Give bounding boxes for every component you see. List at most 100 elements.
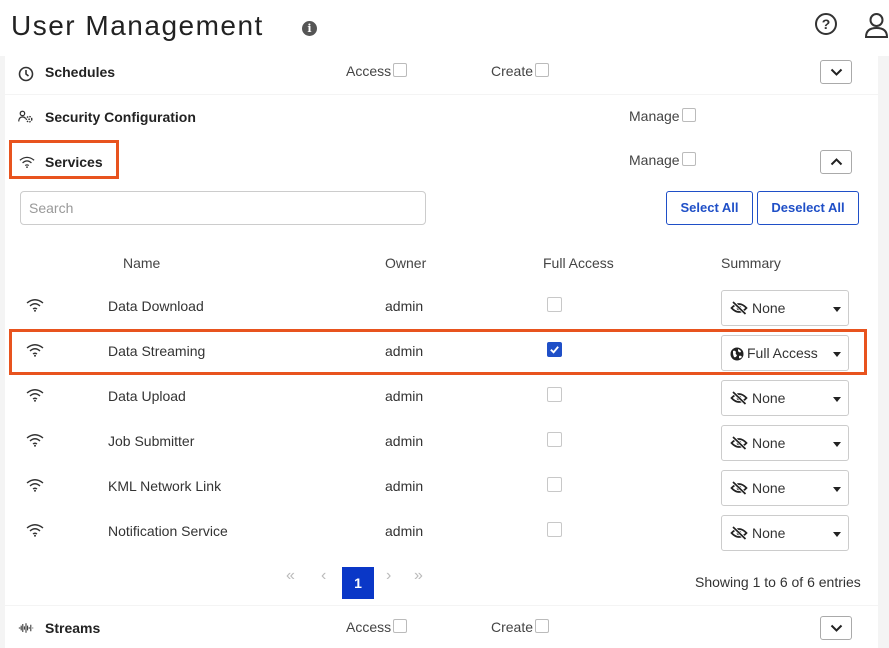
eye-slash-icon	[730, 301, 748, 315]
last-page-button[interactable]: »	[414, 567, 423, 585]
summary-select[interactable]: None	[721, 380, 849, 416]
caret-down-icon	[833, 442, 841, 447]
create-checkbox[interactable]	[535, 63, 550, 77]
section-schedules: Schedules Access Create	[5, 50, 878, 94]
search-input[interactable]	[20, 191, 426, 225]
full-access-checkbox[interactable]	[547, 342, 562, 357]
summary-select[interactable]: Full Access	[721, 335, 849, 371]
summary-value: Full Access	[747, 345, 818, 361]
globe-icon	[730, 347, 744, 361]
eye-slash-icon	[730, 481, 748, 495]
service-owner: admin	[385, 433, 424, 449]
security-manage-toggle[interactable]: Manage	[629, 108, 696, 124]
wifi-icon	[26, 479, 44, 492]
section-services: Services Manage Select All Deselect All …	[5, 139, 878, 605]
wifi-icon	[26, 434, 44, 447]
wifi-icon	[26, 299, 44, 312]
page-title: User Management	[11, 10, 264, 41]
access-checkbox[interactable]	[393, 63, 408, 77]
streams-create-toggle[interactable]: Create	[491, 619, 550, 635]
service-owner: admin	[385, 298, 424, 314]
page-header: User Management i ?	[0, 0, 889, 56]
column-header-owner[interactable]: Owner	[385, 255, 426, 271]
checkmark-icon	[550, 346, 559, 354]
manage-label: Manage	[629, 152, 680, 168]
wifi-icon	[19, 156, 35, 169]
column-header-name[interactable]: Name	[123, 255, 160, 271]
table-row: Data Download admin None	[5, 284, 878, 329]
section-title-schedules: Schedules	[45, 64, 116, 80]
wifi-icon	[26, 389, 44, 402]
first-page-button[interactable]: «	[286, 567, 295, 585]
service-owner: admin	[385, 523, 424, 539]
service-name: KML Network Link	[108, 478, 222, 494]
caret-down-icon	[833, 397, 841, 402]
manage-checkbox[interactable]	[681, 152, 696, 166]
table-row: Data Upload admin None	[5, 374, 878, 419]
access-checkbox[interactable]	[393, 619, 408, 633]
full-access-checkbox[interactable]	[547, 522, 562, 537]
service-name: Notification Service	[108, 523, 228, 539]
manage-label: Manage	[629, 108, 680, 124]
summary-value: None	[752, 300, 786, 316]
full-access-checkbox[interactable]	[547, 432, 562, 447]
service-name: Data Download	[108, 298, 204, 314]
wifi-icon	[26, 524, 44, 537]
section-security-configuration: Security Configuration Manage	[5, 95, 878, 139]
section-title-security: Security Configuration	[45, 109, 196, 125]
wifi-icon	[26, 344, 44, 357]
section-title-streams: Streams	[45, 620, 101, 636]
summary-select[interactable]: None	[721, 515, 849, 551]
expand-streams-button[interactable]	[820, 616, 852, 640]
section-title-services[interactable]: Services	[45, 154, 103, 170]
summary-select[interactable]: None	[721, 425, 849, 461]
deselect-all-button[interactable]: Deselect All	[757, 191, 859, 225]
services-manage-toggle[interactable]: Manage	[629, 152, 696, 168]
column-header-full-access[interactable]: Full Access	[543, 255, 614, 271]
section-streams: Streams Access Create	[5, 606, 878, 648]
caret-down-icon	[833, 352, 841, 357]
caret-down-icon	[833, 487, 841, 492]
prev-page-button[interactable]: ‹	[321, 567, 326, 585]
schedules-create-toggle[interactable]: Create	[491, 63, 550, 79]
create-checkbox[interactable]	[535, 619, 550, 633]
table-row: Data Streaming admin Full Access	[5, 329, 878, 374]
chevron-down-icon	[830, 624, 843, 632]
info-icon[interactable]: i	[302, 21, 317, 36]
expand-schedules-button[interactable]	[820, 60, 852, 84]
create-label: Create	[491, 619, 534, 635]
full-access-checkbox[interactable]	[547, 387, 562, 402]
users-gear-icon	[18, 110, 33, 123]
select-all-button[interactable]: Select All	[666, 191, 753, 225]
eye-slash-icon	[730, 526, 748, 540]
chevron-down-icon	[830, 68, 843, 76]
caret-down-icon	[833, 307, 841, 312]
create-label: Create	[491, 63, 534, 79]
access-label: Access	[346, 63, 392, 79]
service-owner: admin	[385, 478, 424, 494]
entries-count: Showing 1 to 6 of 6 entries	[695, 574, 861, 590]
full-access-checkbox[interactable]	[547, 297, 562, 312]
summary-value: None	[752, 480, 786, 496]
streams-access-toggle[interactable]: Access	[346, 619, 408, 635]
schedules-access-toggle[interactable]: Access	[346, 63, 408, 79]
eye-slash-icon	[730, 436, 748, 450]
next-page-button[interactable]: ›	[386, 567, 391, 585]
help-icon[interactable]: ?	[815, 13, 837, 35]
manage-checkbox[interactable]	[681, 108, 696, 122]
caret-down-icon	[833, 532, 841, 537]
column-header-summary[interactable]: Summary	[721, 255, 781, 271]
service-name: Data Upload	[108, 388, 186, 404]
summary-select[interactable]: None	[721, 470, 849, 506]
service-name: Job Submitter	[108, 433, 195, 449]
user-icon[interactable]	[864, 12, 889, 38]
full-access-checkbox[interactable]	[547, 477, 562, 492]
summary-value: None	[752, 525, 786, 541]
table-row: Job Submitter admin None	[5, 419, 878, 464]
table-row: Notification Service admin None	[5, 509, 878, 554]
collapse-services-button[interactable]	[820, 150, 852, 174]
summary-select[interactable]: None	[721, 290, 849, 326]
page-1-button[interactable]: 1	[342, 567, 374, 599]
service-owner: admin	[385, 388, 424, 404]
waveform-icon	[18, 623, 34, 633]
